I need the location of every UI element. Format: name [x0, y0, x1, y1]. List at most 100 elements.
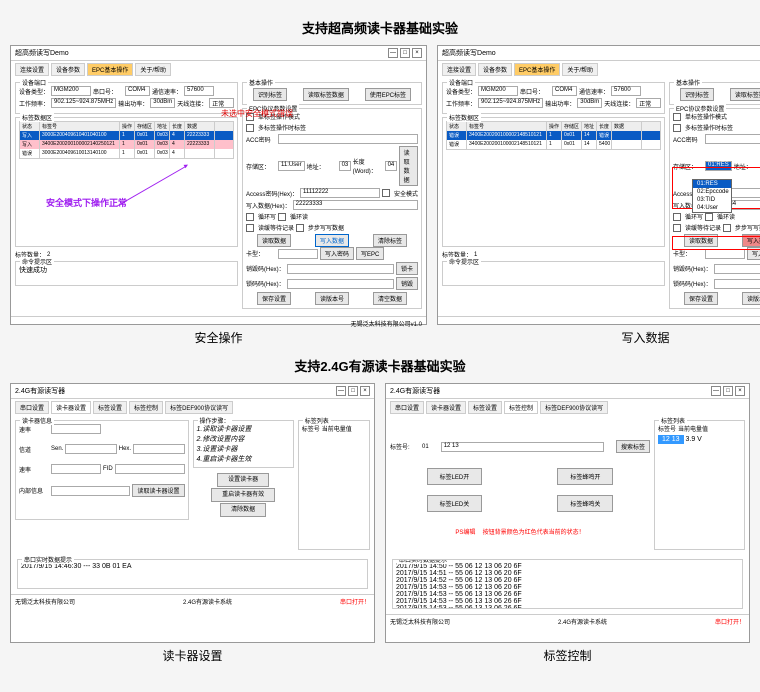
bufsave-checkbox[interactable] — [246, 224, 254, 232]
tab-serial[interactable]: 串口设置 — [15, 401, 49, 414]
tab-ctrl[interactable]: 标签控制 — [504, 401, 538, 414]
step-checkbox[interactable] — [723, 224, 731, 232]
kill-input[interactable] — [287, 264, 394, 274]
savecfg-button[interactable]: 保存设置 — [684, 292, 718, 305]
readdata-button[interactable]: 读取数据 — [399, 146, 418, 186]
device-model-select[interactable]: MGM200 — [478, 86, 518, 96]
savecfg-button[interactable]: 保存设置 — [257, 292, 291, 305]
minimize-icon[interactable]: — — [711, 386, 721, 396]
lock-input[interactable] — [714, 279, 760, 289]
baud-select[interactable]: 57600 — [611, 86, 641, 96]
step-checkbox[interactable] — [296, 224, 304, 232]
dropdown-item[interactable]: 04:User — [693, 204, 731, 212]
writeepc-button[interactable]: 写入密码 — [320, 247, 354, 260]
readcfg-button[interactable]: 读版本号 — [742, 292, 760, 305]
fid-input[interactable] — [115, 464, 185, 474]
table-row[interactable]: 错误 3400E200200100002148510121 1 0x01 14 … — [447, 140, 660, 149]
tab-connect[interactable]: 连接设置 — [15, 63, 49, 76]
buzon-button[interactable]: 标签蜂鸣开 — [557, 468, 613, 485]
loopwrite-checkbox[interactable] — [246, 213, 254, 221]
minimize-icon[interactable]: — — [388, 48, 398, 58]
readcfg-button[interactable]: 读版本号 — [315, 292, 349, 305]
tab-tag[interactable]: 标签设置 — [93, 401, 127, 414]
tag-display[interactable]: 12 13 — [441, 442, 604, 452]
acc-input[interactable] — [705, 134, 760, 144]
tab-tag[interactable]: 标签设置 — [468, 401, 502, 414]
maximize-icon[interactable]: □ — [723, 386, 733, 396]
searchtag-button[interactable]: 搜索标签 — [616, 440, 650, 453]
internal-input[interactable] — [51, 486, 130, 496]
acc-input[interactable] — [278, 134, 418, 144]
maximize-icon[interactable]: □ — [348, 386, 358, 396]
table-row[interactable]: 错误 3400E200200100002148510121 1 0x01 14 … — [447, 131, 660, 140]
tab-about[interactable]: 关于/帮助 — [562, 63, 598, 76]
tab-reader[interactable]: 读卡器设置 — [426, 401, 466, 414]
tab-device[interactable]: 设备参数 — [478, 63, 512, 76]
tab-epc[interactable]: EPC基本操作 — [87, 63, 133, 76]
serial-select[interactable]: COM4 — [552, 86, 577, 96]
cleartag-button[interactable]: 清除标签 — [373, 234, 407, 247]
dropdown-item[interactable]: 01:RES — [693, 180, 731, 188]
serial-select[interactable]: COM4 — [125, 86, 150, 96]
ledon-button[interactable]: 标签LED开 — [427, 468, 483, 485]
tab-serial[interactable]: 串口设置 — [390, 401, 424, 414]
buzoff-button[interactable]: 标签蜂鸣关 — [557, 495, 613, 512]
tab-def900[interactable]: 标签DEF900协议读写 — [165, 401, 233, 414]
tab-about[interactable]: 关于/帮助 — [135, 63, 171, 76]
tab-ctrl[interactable]: 标签控制 — [129, 401, 163, 414]
kill-button[interactable]: 销毁 — [396, 277, 418, 290]
setreader-button[interactable]: 设置读卡器 — [217, 473, 269, 487]
usecard-button[interactable]: 使用EPC标签 — [365, 88, 411, 101]
dropdown-item[interactable]: 03:TID — [693, 196, 731, 204]
hex-input[interactable] — [133, 444, 184, 454]
mem-select[interactable]: 11:User — [278, 161, 305, 171]
idcard-button[interactable]: 识别标签 — [680, 88, 714, 101]
loopread-checkbox[interactable] — [705, 213, 713, 221]
single-checkbox[interactable] — [673, 113, 681, 121]
loopwrite-checkbox[interactable] — [673, 213, 681, 221]
close-icon[interactable]: × — [360, 386, 370, 396]
idcard-button[interactable]: 识别标签 — [253, 88, 287, 101]
readdata2-button[interactable]: 读取数据 — [257, 234, 291, 247]
loop-checkbox[interactable] — [246, 124, 254, 132]
table-row[interactable]: 错误 3000E200409610013140100 1 0x01 0x03 4 — [20, 149, 233, 158]
len-input[interactable]: 04 — [385, 161, 397, 171]
kill-input[interactable] — [714, 264, 760, 274]
readtag-button[interactable]: 读取标签数据 — [730, 88, 760, 101]
cleardata-button[interactable]: 清除数据 — [220, 503, 266, 517]
table-row[interactable]: 写入 3000E200409610401040100 1 0x01 0x03 4… — [20, 131, 233, 140]
lock-button[interactable]: 锁卡 — [396, 262, 418, 275]
readtag-button[interactable]: 读取标签数据 — [303, 88, 349, 101]
tab-def900[interactable]: 标签DEF900协议读写 — [540, 401, 608, 414]
close-icon[interactable]: × — [735, 386, 745, 396]
mima-select[interactable] — [278, 249, 318, 259]
tab-epc[interactable]: EPC基本操作 — [514, 63, 560, 76]
tag-item[interactable]: 12 13 3.9 V — [658, 435, 741, 444]
minimize-icon[interactable]: — — [336, 386, 346, 396]
maximize-icon[interactable]: □ — [400, 48, 410, 58]
writedata-button[interactable]: 写入数据 — [315, 234, 349, 247]
baud-select[interactable]: 57600 — [184, 86, 214, 96]
addr-input[interactable]: 03 — [339, 161, 351, 171]
loopread-checkbox[interactable] — [278, 213, 286, 221]
bufsave-checkbox[interactable] — [673, 224, 681, 232]
rate-select[interactable] — [51, 424, 101, 434]
lock-input[interactable] — [287, 279, 394, 289]
access-input[interactable]: 11112222 — [300, 188, 380, 198]
device-model-select[interactable]: MGM200 — [51, 86, 91, 96]
restart-button[interactable]: 重启读卡器有效 — [211, 488, 275, 502]
epc-button[interactable]: 写EPC — [356, 247, 384, 260]
writedata-input[interactable]: 22223333 — [293, 200, 418, 210]
tab-device[interactable]: 设备参数 — [51, 63, 85, 76]
mem-dropdown[interactable]: 01:RES 02:Epccode 03:TID 04:User — [692, 179, 732, 213]
sen-input[interactable] — [65, 444, 116, 454]
mima-select[interactable] — [705, 249, 745, 259]
readcfg-button[interactable]: 读取读卡器设置 — [132, 484, 184, 497]
speed-select[interactable] — [51, 464, 101, 474]
close-icon[interactable]: × — [412, 48, 422, 58]
dropdown-item[interactable]: 02:Epccode — [693, 188, 731, 196]
ledoff-button[interactable]: 标签LED关 — [427, 495, 483, 512]
table-row[interactable]: 写入 3400E200200100002140250121 1 0x01 0x0… — [20, 140, 233, 149]
clearcfg-button[interactable]: 清空数据 — [373, 292, 407, 305]
tab-connect[interactable]: 连接设置 — [442, 63, 476, 76]
